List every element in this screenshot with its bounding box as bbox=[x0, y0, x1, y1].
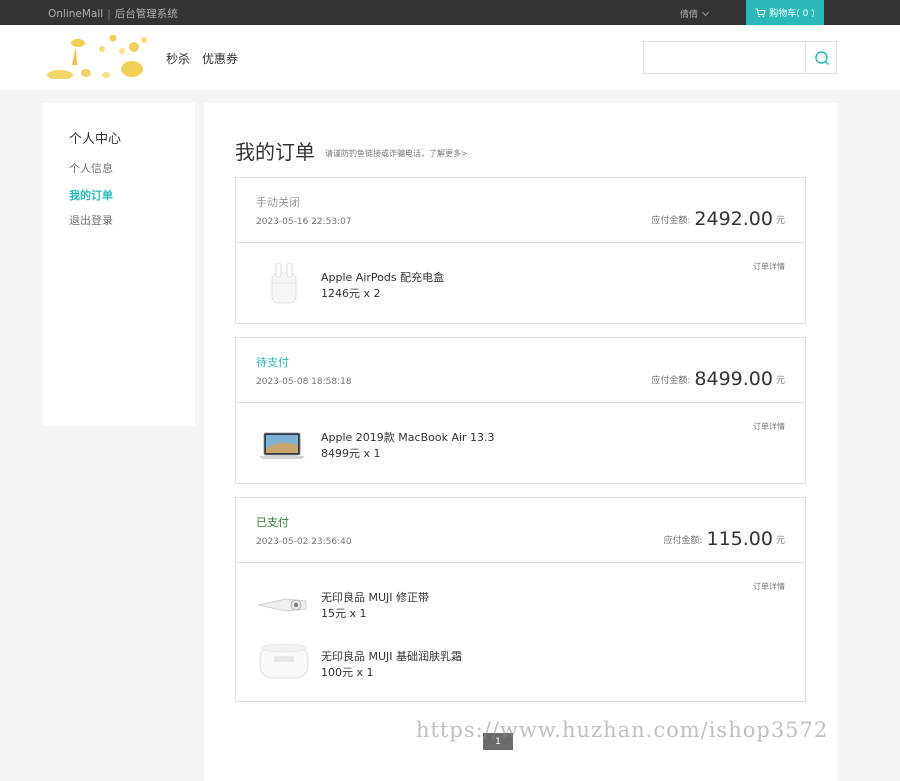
currency-unit: 元 bbox=[775, 376, 785, 386]
order-time: 2023-05-02 23:56:40 bbox=[256, 537, 352, 547]
product-name[interactable]: Apple AirPods 配充电盒 bbox=[321, 269, 444, 285]
order-status: 已支付 bbox=[256, 516, 289, 529]
search-box bbox=[643, 41, 837, 74]
username: 倩倩 bbox=[680, 10, 699, 20]
cream-jar-icon[interactable] bbox=[256, 638, 311, 688]
cart-button[interactable]: 购物车( 0 ) bbox=[746, 0, 824, 25]
sidebar-item-logout[interactable]: 退出登录 bbox=[69, 212, 113, 228]
logo[interactable] bbox=[46, 35, 152, 79]
order-amount: 应付金额: 2492.00 元 bbox=[651, 206, 785, 230]
order-header: 手动关闭 2023-05-16 22:53:07 应付金额: 2492.00 元 bbox=[236, 178, 805, 243]
amount-value: 115.00 bbox=[706, 528, 773, 550]
product-price: 15元 x 1 bbox=[321, 607, 367, 620]
amount-label: 应付金额: bbox=[651, 376, 691, 386]
currency-unit: 元 bbox=[775, 536, 785, 546]
sidebar-item-profile[interactable]: 个人信息 bbox=[69, 160, 113, 176]
order-card: 手动关闭 2023-05-16 22:53:07 应付金额: 2492.00 元 订… bbox=[235, 177, 806, 324]
page-title: 我的订单 bbox=[235, 140, 315, 164]
order-detail-link[interactable]: 订单详情 bbox=[753, 581, 785, 592]
amount-value: 8499.00 bbox=[694, 368, 773, 390]
order-time: 2023-05-16 22:53:07 bbox=[256, 217, 352, 227]
cart-icon bbox=[755, 8, 766, 17]
product-name[interactable]: 无印良品 MUJI 修正带 bbox=[321, 589, 429, 605]
macbook-icon[interactable] bbox=[256, 419, 311, 469]
airpods-icon[interactable] bbox=[256, 259, 311, 309]
product-name[interactable]: 无印良品 MUJI 基础润肤乳霜 bbox=[321, 648, 462, 664]
product-price: 8499元 x 1 bbox=[321, 447, 381, 460]
nav-item-seckill[interactable]: 秒杀 bbox=[166, 52, 190, 66]
product-price: 1246元 x 2 bbox=[321, 287, 381, 300]
search-button[interactable] bbox=[805, 42, 837, 73]
brand-links: OnlineMall | 后台管理系统 bbox=[48, 6, 178, 21]
main-nav: 秒杀 优惠券 bbox=[166, 50, 250, 67]
amount-value: 2492.00 bbox=[694, 208, 773, 230]
order-status: 待支付 bbox=[256, 356, 289, 369]
order-detail-link[interactable]: 订单详情 bbox=[753, 261, 785, 272]
watermark: https://www.huzhan.com/ishop3572 bbox=[416, 718, 829, 742]
sidebar-title: 个人中心 bbox=[69, 132, 122, 147]
security-tip-link[interactable]: 请谨防钓鱼链接或诈骗电话，了解更多> bbox=[325, 148, 468, 159]
sidebar-item-orders[interactable]: 我的订单 bbox=[69, 187, 113, 203]
product-name[interactable]: Apple 2019款 MacBook Air 13.3 bbox=[321, 429, 495, 445]
order-detail-link[interactable]: 订单详情 bbox=[753, 421, 785, 432]
nav-item-coupons[interactable]: 优惠券 bbox=[202, 52, 238, 66]
cart-label: 购物车( 0 ) bbox=[769, 9, 815, 19]
order-amount: 应付金额: 115.00 元 bbox=[663, 526, 785, 550]
chevron-down-icon bbox=[701, 8, 710, 17]
header: 秒杀 优惠券 bbox=[0, 25, 900, 90]
order-panel: 我的订单 请谨防钓鱼链接或诈骗电话，了解更多> 手动关闭 2023-05-16 … bbox=[204, 103, 837, 781]
order-header: 已支付 2023-05-02 23:56:40 应付金额: 115.00 元 bbox=[236, 498, 805, 563]
currency-unit: 元 bbox=[775, 216, 785, 226]
order-time: 2023-05-08 18:58:18 bbox=[256, 377, 352, 387]
divider: | bbox=[107, 8, 111, 20]
order-status: 手动关闭 bbox=[256, 196, 300, 209]
sidebar: 个人中心 个人信息 我的订单 退出登录 bbox=[43, 103, 195, 426]
top-bar: OnlineMall | 后台管理系统 倩倩 购物车( 0 ) bbox=[0, 0, 900, 25]
order-card: 已支付 2023-05-02 23:56:40 应付金额: 115.00 元 订单详… bbox=[235, 497, 806, 702]
order-amount: 应付金额: 8499.00 元 bbox=[651, 366, 785, 390]
search-input[interactable] bbox=[644, 42, 805, 73]
admin-link[interactable]: 后台管理系统 bbox=[115, 8, 178, 20]
amount-label: 应付金额: bbox=[651, 216, 691, 226]
user-menu[interactable]: 倩倩 bbox=[680, 7, 710, 20]
product-price: 100元 x 1 bbox=[321, 666, 374, 679]
order-header: 待支付 2023-05-08 18:58:18 应付金额: 8499.00 元 bbox=[236, 338, 805, 403]
correction-tape-icon[interactable] bbox=[256, 579, 311, 629]
order-card: 待支付 2023-05-08 18:58:18 应付金额: 8499.00 元 订单… bbox=[235, 337, 806, 484]
amount-label: 应付金额: bbox=[663, 536, 703, 546]
search-icon bbox=[814, 50, 829, 65]
brand-link[interactable]: OnlineMall bbox=[48, 8, 103, 20]
